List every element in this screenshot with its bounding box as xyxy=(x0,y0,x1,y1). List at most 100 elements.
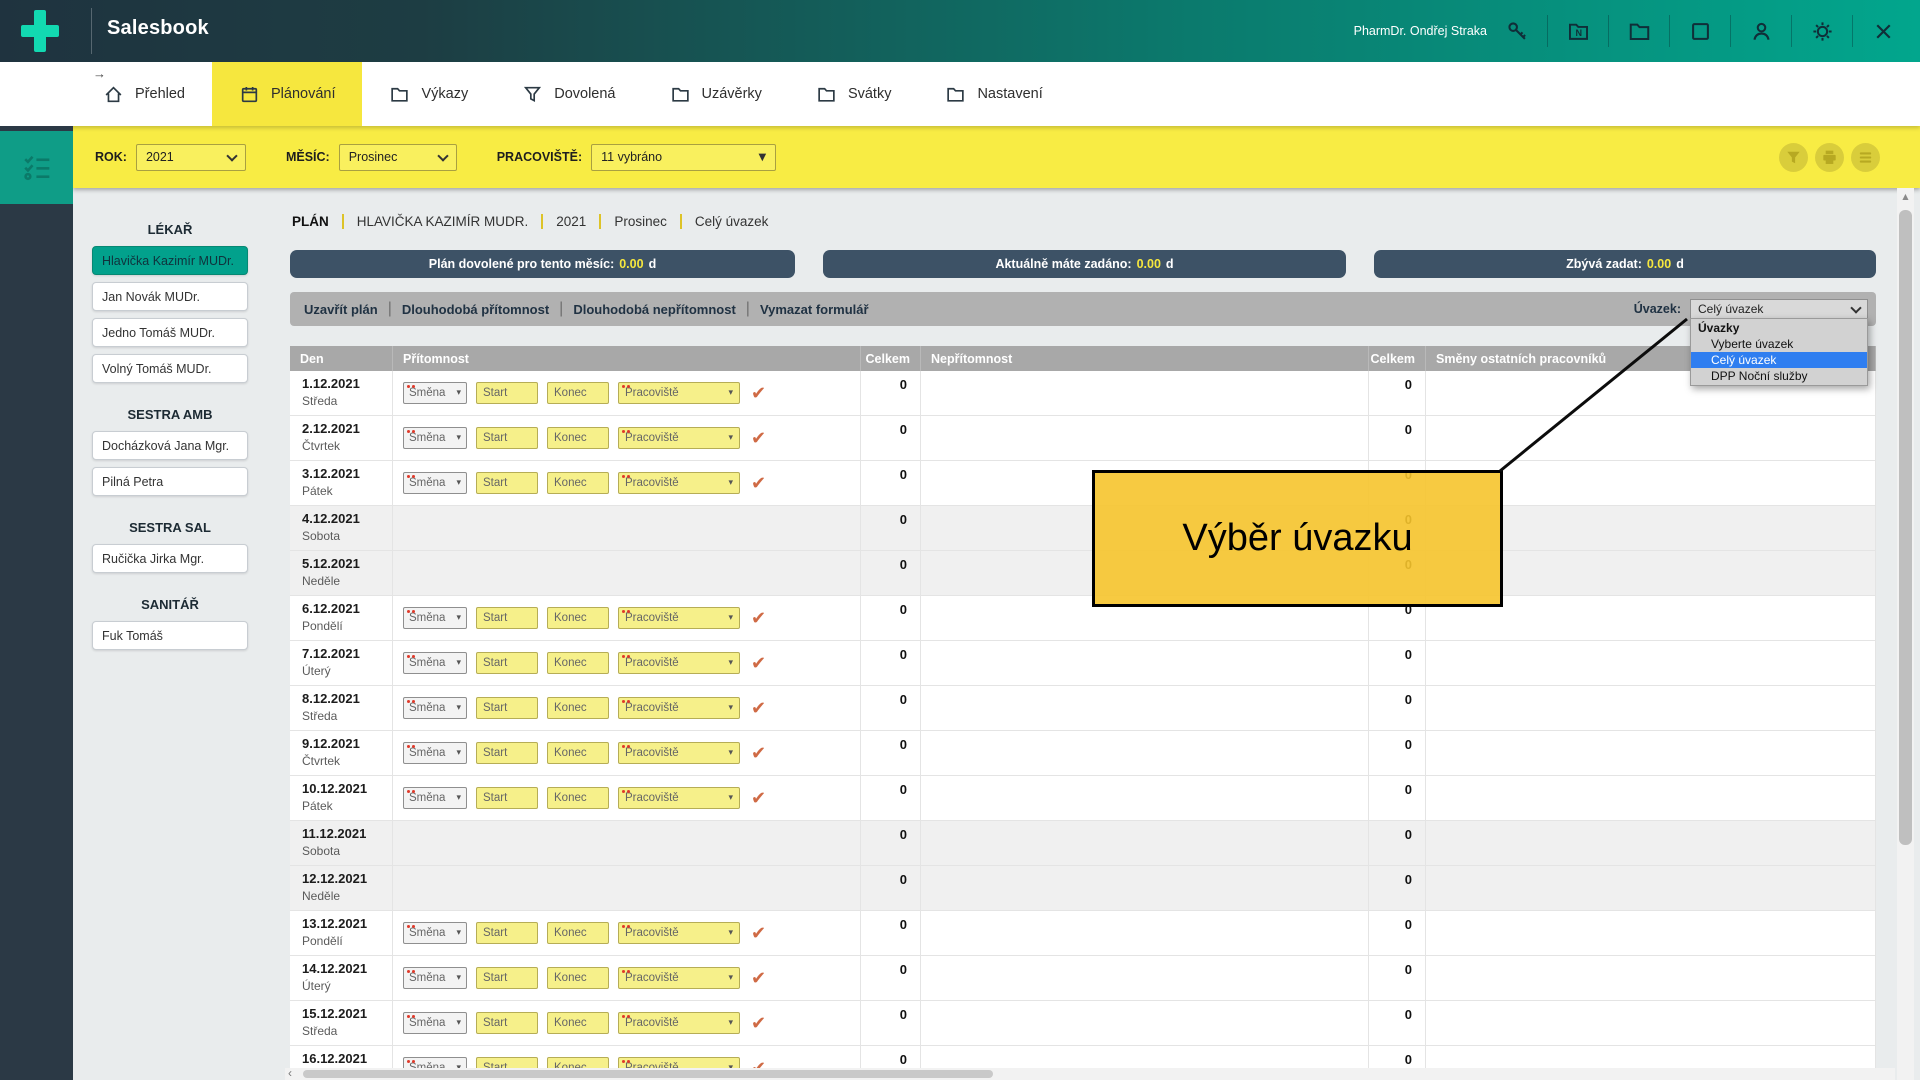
pracoviste-select[interactable]: Pracoviště▾ xyxy=(618,697,740,719)
funnel-solid-button[interactable] xyxy=(1779,143,1808,172)
confirm-check-icon[interactable]: ✔ xyxy=(751,1058,766,1069)
staff-item[interactable]: Pilná Petra xyxy=(92,467,248,496)
smena-select[interactable]: Směna▾ xyxy=(403,607,467,629)
confirm-check-icon[interactable]: ✔ xyxy=(751,383,766,404)
start-input[interactable]: Start xyxy=(476,922,538,944)
konec-input[interactable]: Konec xyxy=(547,472,609,494)
tab-uzaverky[interactable]: Uzávěrky xyxy=(643,62,789,126)
konec-input[interactable]: Konec xyxy=(547,967,609,989)
smena-select[interactable]: Směna▾ xyxy=(403,742,467,764)
staff-item[interactable]: Fuk Tomáš xyxy=(92,621,248,650)
dropdown-option[interactable]: DPP Noční služby xyxy=(1691,368,1867,384)
printer-button[interactable] xyxy=(1815,143,1844,172)
pracoviste-select[interactable]: Pracoviště▾ xyxy=(618,1012,740,1034)
scroll-up-arrow[interactable]: ▲ xyxy=(1897,190,1914,204)
start-input[interactable]: Start xyxy=(476,787,538,809)
gear-button[interactable] xyxy=(1805,14,1839,48)
start-input[interactable]: Start xyxy=(476,472,538,494)
toolbar-action[interactable]: Vymazat formulář xyxy=(760,302,869,317)
pracoviste-select[interactable]: 11 vybráno ▼ xyxy=(591,144,776,171)
tab-vykazy[interactable]: Výkazy xyxy=(362,62,495,126)
toolbar-action[interactable]: Dlouhodobá přítomnost xyxy=(402,302,549,317)
smena-select[interactable]: Směna▾ xyxy=(403,967,467,989)
window-button[interactable] xyxy=(1683,14,1717,48)
smena-select[interactable]: Směna▾ xyxy=(403,922,467,944)
pracoviste-select[interactable]: Pracoviště▾ xyxy=(618,472,740,494)
start-input[interactable]: Start xyxy=(476,742,538,764)
dropdown-option[interactable]: Celý úvazek xyxy=(1691,352,1867,368)
mesic-select[interactable]: Prosinec xyxy=(339,144,457,171)
vertical-scrollbar-thumb[interactable] xyxy=(1899,210,1912,845)
pracoviste-select[interactable]: Pracoviště▾ xyxy=(618,607,740,629)
confirm-check-icon[interactable]: ✔ xyxy=(751,923,766,944)
tab-nastaveni[interactable]: Nastavení xyxy=(918,62,1069,126)
start-input[interactable]: Start xyxy=(476,652,538,674)
staff-item[interactable]: Docházková Jana Mgr. xyxy=(92,431,248,460)
start-input[interactable]: Start xyxy=(476,1012,538,1034)
start-input[interactable]: Start xyxy=(476,382,538,404)
pracoviste-select[interactable]: Pracoviště▾ xyxy=(618,1057,740,1068)
smena-select[interactable]: Směna▾ xyxy=(403,1012,467,1034)
pracoviste-select[interactable]: Pracoviště▾ xyxy=(618,742,740,764)
staff-item[interactable]: Volný Tomáš MUDr. xyxy=(92,354,248,383)
staff-item[interactable]: Jedno Tomáš MUDr. xyxy=(92,318,248,347)
tab-svatky[interactable]: Svátky xyxy=(789,62,919,126)
konec-input[interactable]: Konec xyxy=(547,427,609,449)
smena-select[interactable]: Směna▾ xyxy=(403,787,467,809)
start-input[interactable]: Start xyxy=(476,1057,538,1068)
konec-input[interactable]: Konec xyxy=(547,652,609,674)
menu-button[interactable] xyxy=(1851,143,1880,172)
start-input[interactable]: Start xyxy=(476,967,538,989)
staff-item[interactable]: Ručička Jirka Mgr. xyxy=(92,544,248,573)
konec-input[interactable]: Konec xyxy=(547,697,609,719)
user-button[interactable] xyxy=(1744,14,1778,48)
start-input[interactable]: Start xyxy=(476,427,538,449)
key-button[interactable] xyxy=(1500,14,1534,48)
toolbar-action[interactable]: Uzavřít plán xyxy=(304,302,378,317)
konec-input[interactable]: Konec xyxy=(547,382,609,404)
smena-select[interactable]: Směna▾ xyxy=(403,472,467,494)
confirm-check-icon[interactable]: ✔ xyxy=(751,698,766,719)
confirm-check-icon[interactable]: ✔ xyxy=(751,428,766,449)
rok-select[interactable]: 2021 xyxy=(136,144,246,171)
pracoviste-select[interactable]: Pracoviště▾ xyxy=(618,787,740,809)
konec-input[interactable]: Konec xyxy=(547,742,609,764)
staff-item[interactable]: Jan Novák MUDr. xyxy=(92,282,248,311)
confirm-check-icon[interactable]: ✔ xyxy=(751,653,766,674)
forward-arrow-icon[interactable]: → xyxy=(93,66,106,81)
confirm-check-icon[interactable]: ✔ xyxy=(751,473,766,494)
pracoviste-select[interactable]: Pracoviště▾ xyxy=(618,382,740,404)
konec-input[interactable]: Konec xyxy=(547,787,609,809)
konec-input[interactable]: Konec xyxy=(547,607,609,629)
horizontal-scrollbar-thumb[interactable] xyxy=(303,1070,993,1078)
smena-select[interactable]: Směna▾ xyxy=(403,1057,467,1068)
scroll-left-arrow[interactable]: ‹ xyxy=(288,1067,292,1079)
confirm-check-icon[interactable]: ✔ xyxy=(751,968,766,989)
smena-select[interactable]: Směna▾ xyxy=(403,382,467,404)
tab-dovolena[interactable]: Dovolená xyxy=(495,62,642,126)
konec-input[interactable]: Konec xyxy=(547,922,609,944)
pracoviste-select[interactable]: Pracoviště▾ xyxy=(618,427,740,449)
start-input[interactable]: Start xyxy=(476,697,538,719)
tab-planovani[interactable]: Plánování xyxy=(212,62,363,126)
konec-input[interactable]: Konec xyxy=(547,1057,609,1068)
pracoviste-select[interactable]: Pracoviště▾ xyxy=(618,967,740,989)
toolbar-action[interactable]: Dlouhodobá nepřítomnost xyxy=(573,302,735,317)
confirm-check-icon[interactable]: ✔ xyxy=(751,788,766,809)
staff-item[interactable]: Hlavička Kazimír MUDr. xyxy=(92,246,248,275)
folder-note-button[interactable]: N xyxy=(1561,14,1595,48)
folder-button[interactable] xyxy=(1622,14,1656,48)
confirm-check-icon[interactable]: ✔ xyxy=(751,743,766,764)
confirm-check-icon[interactable]: ✔ xyxy=(751,1013,766,1034)
confirm-check-icon[interactable]: ✔ xyxy=(751,608,766,629)
close-button[interactable] xyxy=(1866,14,1900,48)
start-input[interactable]: Start xyxy=(476,607,538,629)
dropdown-option[interactable]: Vyberte úvazek xyxy=(1691,336,1867,352)
uvazek-select[interactable]: Celý úvazek xyxy=(1690,299,1868,319)
smena-select[interactable]: Směna▾ xyxy=(403,697,467,719)
konec-input[interactable]: Konec xyxy=(547,1012,609,1034)
smena-select[interactable]: Směna▾ xyxy=(403,652,467,674)
smena-select[interactable]: Směna▾ xyxy=(403,427,467,449)
pracoviste-select[interactable]: Pracoviště▾ xyxy=(618,922,740,944)
pracoviste-select[interactable]: Pracoviště▾ xyxy=(618,652,740,674)
